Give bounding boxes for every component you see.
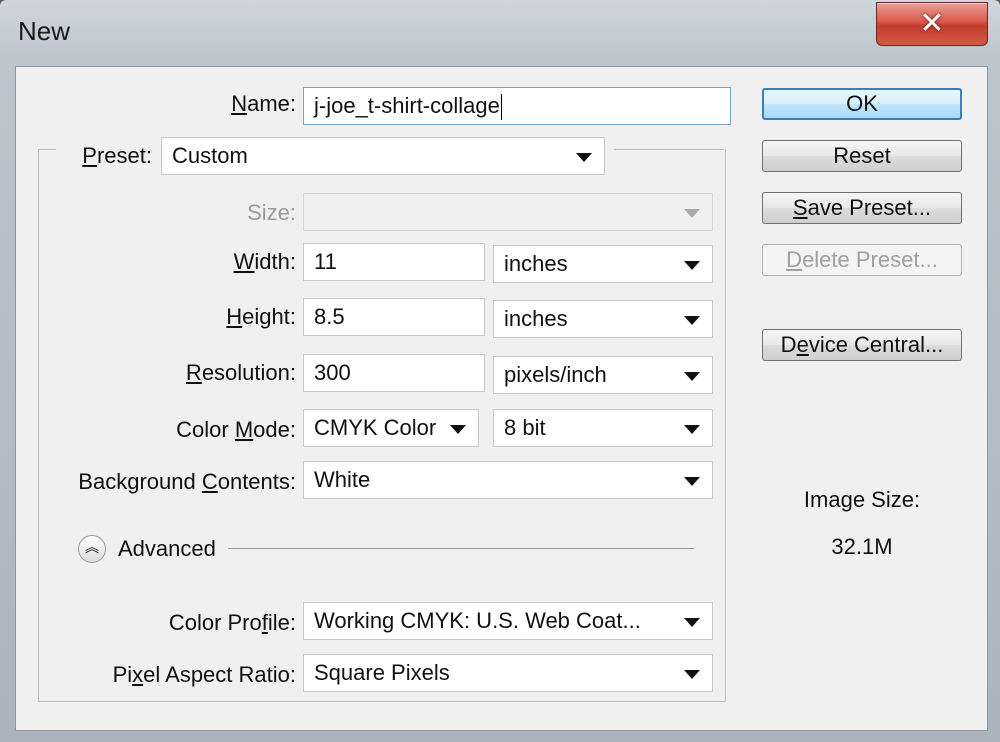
chevron-down-icon bbox=[684, 477, 700, 486]
dialog-window: New ✕ Name: j-joe_t-shirt-collage Preset… bbox=[0, 0, 1000, 742]
background-contents-select[interactable]: White bbox=[303, 461, 713, 499]
chevron-down-icon bbox=[684, 261, 700, 270]
color-profile-select[interactable]: Working CMYK: U.S. Web Coat... bbox=[303, 602, 713, 640]
pixel-aspect-ratio-value: Square Pixels bbox=[314, 660, 450, 685]
resolution-unit-value: pixels/inch bbox=[504, 362, 607, 387]
preset-label: Preset: bbox=[82, 143, 152, 168]
width-label: Width: bbox=[233, 249, 296, 274]
color-mode-value: CMYK Color bbox=[314, 415, 437, 440]
group-border-left bbox=[38, 149, 56, 150]
preset-select[interactable]: Custom bbox=[161, 137, 605, 175]
chevron-down-icon bbox=[684, 670, 700, 679]
advanced-divider bbox=[228, 548, 694, 549]
resolution-unit-select[interactable]: pixels/inch bbox=[493, 356, 713, 394]
background-contents-value: White bbox=[314, 467, 371, 492]
size-label: Size: bbox=[247, 200, 296, 225]
chevron-down-icon bbox=[576, 153, 592, 162]
name-label: Name: bbox=[231, 91, 296, 116]
resolution-label: Resolution: bbox=[185, 360, 296, 385]
image-size-value: 32.1M bbox=[831, 534, 893, 559]
height-label: Height: bbox=[226, 304, 296, 329]
width-value: 11 bbox=[314, 249, 337, 274]
window-title: New bbox=[18, 16, 71, 46]
name-input[interactable]: j-joe_t-shirt-collage bbox=[303, 87, 731, 125]
bit-depth-select[interactable]: 8 bit bbox=[493, 409, 713, 447]
chevron-down-icon bbox=[450, 425, 466, 434]
color-profile-label: Color Profile: bbox=[168, 610, 296, 635]
chevron-down-icon bbox=[684, 425, 700, 434]
color-mode-select[interactable]: CMYK Color bbox=[303, 409, 479, 447]
chevron-down-icon bbox=[684, 618, 700, 627]
save-preset-button[interactable]: Save Preset... bbox=[762, 192, 962, 224]
advanced-label: Advanced bbox=[118, 536, 216, 561]
height-unit-value: inches bbox=[504, 306, 568, 331]
image-size-label: Image Size: bbox=[803, 487, 921, 512]
advanced-toggle-button[interactable]: ︽ bbox=[78, 535, 106, 563]
height-value: 8.5 bbox=[314, 304, 345, 329]
preset-value: Custom bbox=[172, 143, 248, 168]
reset-button[interactable]: Reset bbox=[762, 140, 962, 172]
group-border-right bbox=[614, 149, 724, 150]
device-central-button[interactable]: Device Central... bbox=[762, 329, 962, 361]
color-mode-label: Color Mode: bbox=[176, 417, 296, 442]
close-button[interactable]: ✕ bbox=[876, 2, 988, 46]
chevron-down-icon bbox=[684, 372, 700, 381]
size-select bbox=[303, 193, 713, 231]
close-icon: ✕ bbox=[919, 6, 945, 41]
double-chevron-up-icon: ︽ bbox=[85, 540, 99, 556]
height-input[interactable]: 8.5 bbox=[303, 298, 485, 336]
text-caret bbox=[500, 94, 502, 121]
pixel-aspect-ratio-label: Pixel Aspect Ratio: bbox=[112, 662, 296, 687]
color-profile-value: Working CMYK: U.S. Web Coat... bbox=[314, 608, 641, 633]
delete-preset-button: Delete Preset... bbox=[762, 244, 962, 276]
ok-button[interactable]: OK bbox=[762, 88, 962, 120]
pixel-aspect-ratio-select[interactable]: Square Pixels bbox=[303, 654, 713, 692]
bit-depth-value: 8 bit bbox=[504, 415, 546, 440]
chevron-down-icon bbox=[684, 316, 700, 325]
width-unit-select[interactable]: inches bbox=[493, 245, 713, 283]
background-contents-label: Background Contents: bbox=[78, 469, 296, 494]
resolution-input[interactable]: 300 bbox=[303, 354, 485, 392]
dialog-client-area: Name: j-joe_t-shirt-collage Preset: Cust… bbox=[15, 66, 988, 731]
name-value: j-joe_t-shirt-collage bbox=[314, 93, 500, 118]
width-input[interactable]: 11 bbox=[303, 243, 485, 281]
resolution-value: 300 bbox=[314, 360, 351, 385]
width-unit-value: inches bbox=[504, 251, 568, 276]
chevron-down-icon bbox=[684, 209, 700, 218]
height-unit-select[interactable]: inches bbox=[493, 300, 713, 338]
